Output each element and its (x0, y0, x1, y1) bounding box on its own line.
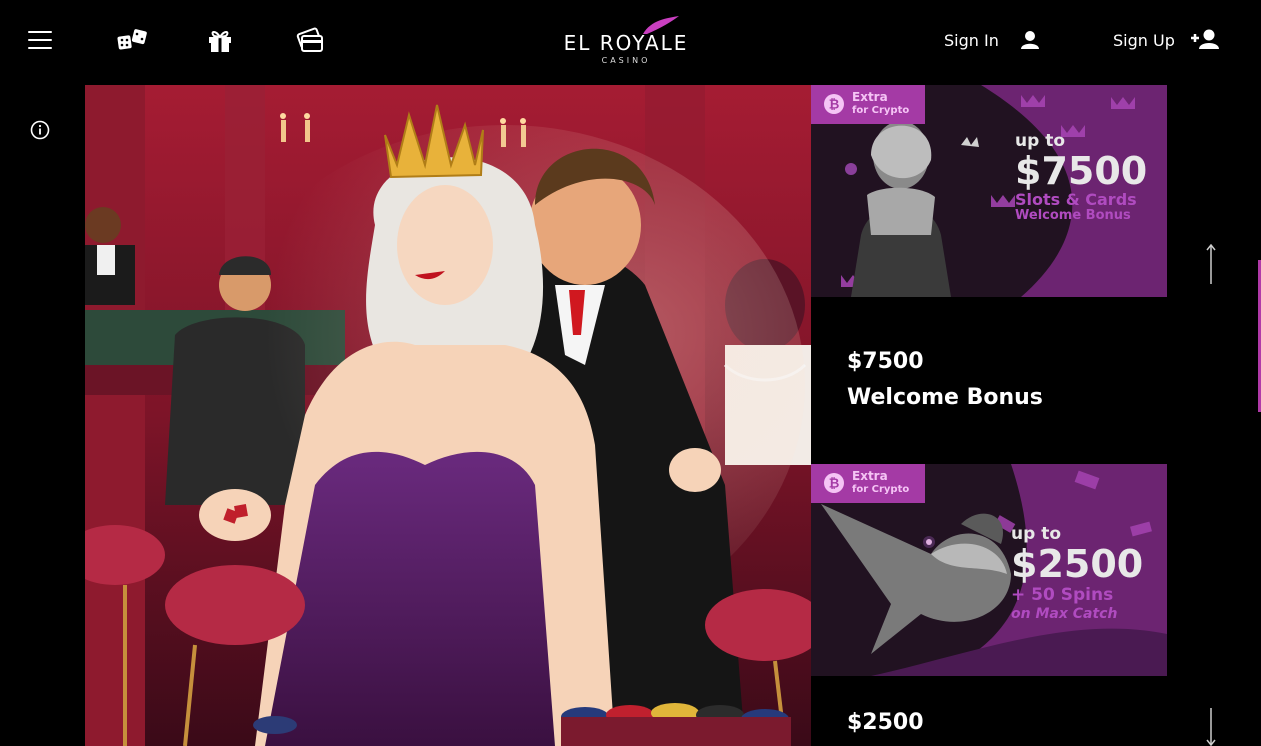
add-user-icon (1190, 29, 1219, 49)
dice-icon[interactable] (116, 26, 148, 54)
banner-amount: $2500 (1011, 542, 1144, 586)
logo-swoosh-icon (643, 16, 679, 34)
banner-amount: $7500 (1015, 149, 1148, 193)
promo-column: ₿ Extra for Crypto up to $7500 Slots & C… (811, 85, 1167, 746)
promo-banner-2500[interactable]: ₿ Extra for Crypto up to $2500 + 50 Spin… (811, 464, 1167, 676)
extra-crypto-tag: ₿ Extra for Crypto (811, 464, 925, 503)
hero-illustration[interactable] (85, 85, 811, 746)
svg-text:₿: ₿ (829, 477, 840, 492)
bitcoin-icon: ₿ (824, 473, 844, 493)
promo-title-7500[interactable]: $7500 Welcome Bonus (847, 344, 1043, 416)
top-header: EL ROYALE CASINO Sign In Sign Up (0, 0, 1261, 85)
promo-title-amount: $2500 (847, 710, 924, 735)
svg-text:₿: ₿ (829, 98, 840, 113)
crypto-tag-line1: Extra (852, 90, 888, 104)
banner-line2: Slots & Cards (1015, 190, 1137, 209)
logo-sub-text: CASINO (601, 56, 651, 65)
hamburger-line (28, 47, 52, 49)
promo-banner-7500[interactable]: ₿ Extra for Crypto up to $7500 Slots & C… (811, 85, 1167, 297)
scroll-up-arrow-icon[interactable] (1204, 243, 1218, 290)
promo-title-2500[interactable]: $2500 (847, 705, 924, 741)
info-icon[interactable] (30, 120, 50, 144)
sign-in-button[interactable]: Sign In (944, 27, 1043, 53)
scroll-down-arrow-icon[interactable] (1204, 706, 1218, 746)
banner-line2: + 50 Spins (1011, 585, 1114, 605)
crypto-tag-line1: Extra (852, 469, 888, 483)
banner-text-block: up to $7500 Slots & Cards Welcome Bonus (1015, 131, 1148, 223)
banner-up-to: up to (1011, 524, 1061, 544)
extra-crypto-tag: ₿ Extra for Crypto (811, 85, 925, 124)
crypto-tag-line2: for Crypto (852, 484, 910, 495)
hamburger-line (28, 39, 52, 41)
banner-up-to: up to (1015, 131, 1065, 151)
user-icon (1020, 31, 1039, 49)
banner-text-block: up to $2500 + 50 Spins on Max Catch (1011, 524, 1144, 622)
promo-title-amount: $7500 (847, 349, 924, 374)
banner-line3: on Max Catch (1011, 606, 1118, 622)
promo-title-label: Welcome Bonus (847, 385, 1043, 410)
bitcoin-icon: ₿ (824, 94, 844, 114)
gift-icon[interactable] (206, 26, 238, 54)
banner-line3: Welcome Bonus (1015, 208, 1131, 223)
cards-icon[interactable] (296, 26, 328, 54)
el-royale-logo[interactable]: EL ROYALE CASINO (548, 14, 704, 70)
sign-in-label: Sign In (944, 30, 999, 50)
hamburger-menu-icon[interactable] (28, 28, 53, 50)
crypto-tag-line2: for Crypto (852, 105, 910, 116)
sign-up-label: Sign Up (1113, 30, 1175, 50)
sign-up-button[interactable]: Sign Up (1113, 27, 1223, 53)
hamburger-line (28, 31, 52, 33)
casino-couple-illustration (85, 85, 811, 746)
